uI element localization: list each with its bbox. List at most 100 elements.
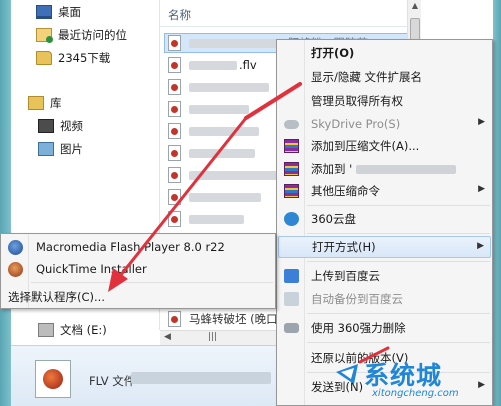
folder-icon (36, 51, 52, 65)
blurred-filename (189, 82, 269, 92)
winrar-icon (284, 139, 299, 153)
video-file-icon (168, 123, 181, 139)
nav-item-libraries[interactable]: 库 (28, 92, 62, 114)
blurred-filename (189, 192, 261, 202)
baidu-backup-icon (284, 292, 299, 306)
nav-item-drive-e[interactable]: 文档 (E:) (38, 319, 107, 341)
blurred-filename (189, 38, 284, 48)
watermark-url: xitongcheng.com (372, 388, 459, 399)
menu-item-label: 打开方式(H) (312, 240, 376, 254)
blurred-filename (189, 126, 259, 136)
column-header-name[interactable]: 名称 (168, 7, 191, 23)
scroll-left-arrow-icon[interactable]: ◀ (164, 332, 171, 342)
file-row[interactable]: 马蜂转破坯 (晚口 (168, 309, 278, 329)
file-extension: .flv (239, 58, 257, 72)
submenu-arrow-icon: ▶ (478, 184, 485, 194)
360-cloud-icon (284, 212, 299, 226)
blurred-filename (189, 148, 255, 158)
nav-item-desktop[interactable]: 桌面 (36, 1, 81, 23)
video-file-icon (168, 311, 181, 327)
nav-item-label: 库 (50, 96, 62, 110)
desktop-icon (36, 5, 52, 19)
menu-item-label: 上传到百度云 (311, 269, 380, 283)
menu-item-add-to-named-archive[interactable]: 添加到 ' (278, 158, 491, 180)
menu-item-take-ownership[interactable]: 管理员取得所有权 (278, 90, 491, 112)
video-file-icon (168, 79, 181, 95)
menu-item-upload-baidu[interactable]: 上传到百度云 (278, 265, 491, 287)
blurred-filename (189, 60, 237, 70)
menu-separator (307, 205, 490, 206)
video-file-icon (168, 211, 181, 227)
scroll-up-arrow-icon[interactable]: ▲ (408, 1, 422, 10)
nav-item-recent-places[interactable]: 最近访问的位 (36, 24, 127, 46)
nav-item-label: 视频 (60, 119, 83, 133)
context-menu: 打开(O) 显示/隐藏 文件扩展名 管理员取得所有权 SkyDrive Pro(… (276, 39, 493, 406)
open-with-submenu: Macromedia Flash Player 8.0 r22 QuickTim… (0, 233, 276, 309)
horizontal-scrollbar[interactable]: ◀ ||| (160, 330, 280, 345)
menu-separator (307, 342, 490, 343)
submenu-arrow-icon: ▶ (477, 241, 484, 251)
file-row[interactable] (168, 77, 269, 97)
submenu-arrow-icon: ▶ (478, 117, 485, 127)
file-row[interactable] (168, 187, 261, 207)
360-shredder-icon (284, 323, 299, 333)
watermark: 系统城 xitongcheng.com (332, 356, 498, 402)
video-library-icon (38, 119, 54, 133)
nav-item-pictures[interactable]: 图片 (38, 138, 83, 160)
winrar-icon (284, 162, 299, 176)
menu-item-label: 其他压缩命令 (311, 184, 380, 198)
blurred-filename (189, 170, 277, 180)
video-file-icon (168, 57, 181, 73)
winrar-icon (284, 184, 299, 198)
blurred-archive-name (356, 164, 457, 174)
libraries-icon (28, 96, 44, 110)
file-row[interactable] (168, 143, 255, 163)
window-frame-left (0, 0, 11, 406)
menu-item-open[interactable]: 打开(O) (278, 42, 491, 64)
nav-item-2345-download[interactable]: 2345下载 (36, 47, 110, 69)
file-type-icon (35, 360, 71, 398)
submenu-item-flash-player[interactable]: Macromedia Flash Player 8.0 r22 (2, 236, 274, 258)
menu-item-open-with[interactable]: 打开方式(H) ▶ (278, 236, 491, 258)
menu-item-label: 360云盘 (311, 212, 356, 226)
menu-item-label: QuickTime Installer (36, 262, 147, 276)
nav-item-videos[interactable]: 视频 (38, 115, 83, 137)
file-row[interactable] (168, 165, 277, 185)
menu-item-other-compress[interactable]: 其他压缩命令 ▶ (278, 180, 491, 202)
submenu-item-quicktime[interactable]: QuickTime Installer (2, 258, 274, 280)
menu-item-label: 管理员取得所有权 (311, 94, 403, 108)
file-row[interactable] (168, 209, 244, 229)
column-divider (160, 26, 410, 27)
menu-item-auto-backup-baidu[interactable]: 自动备份到百度云 (278, 288, 491, 310)
file-row[interactable]: .flv (168, 55, 257, 75)
menu-item-add-to-archive[interactable]: 添加到压缩文件(A)... (278, 135, 491, 157)
menu-item-360-cloud[interactable]: 360云盘 (278, 208, 491, 230)
flash-player-icon (8, 240, 23, 255)
menu-item-360-force-delete[interactable]: 使用 360强力删除 (278, 317, 491, 339)
scrollbar-grip-icon[interactable]: ||| (208, 332, 217, 342)
file-name-fragment: 马蜂转破坯 (晚口 (189, 312, 278, 326)
video-file-icon (168, 35, 181, 51)
menu-separator (307, 313, 490, 314)
pictures-library-icon (38, 142, 54, 156)
file-row[interactable] (168, 121, 259, 141)
nav-item-label: 2345下载 (58, 51, 111, 65)
video-file-icon (168, 101, 181, 117)
watermark-name: 系统城 (364, 361, 443, 390)
nav-item-label: 图片 (60, 142, 83, 156)
video-file-icon (168, 167, 181, 183)
menu-item-label: 使用 360强力删除 (311, 321, 406, 335)
drive-icon (38, 323, 54, 337)
menu-item-label: 自动备份到百度云 (311, 292, 403, 306)
menu-separator (307, 261, 490, 262)
menu-item-label: SkyDrive Pro(S) (311, 117, 401, 131)
file-row[interactable] (168, 99, 249, 119)
menu-item-toggle-extensions[interactable]: 显示/隐藏 文件扩展名 (278, 66, 491, 88)
blurred-filename (189, 104, 249, 114)
menu-item-label: 打开(O) (311, 46, 355, 60)
submenu-item-choose-default-program[interactable]: 选择默认程序(C)... (2, 286, 274, 308)
window-frame-right (493, 0, 501, 406)
menu-item-skydrive[interactable]: SkyDrive Pro(S) ▶ (278, 113, 491, 135)
menu-separator (31, 282, 273, 283)
video-file-icon (168, 145, 181, 161)
